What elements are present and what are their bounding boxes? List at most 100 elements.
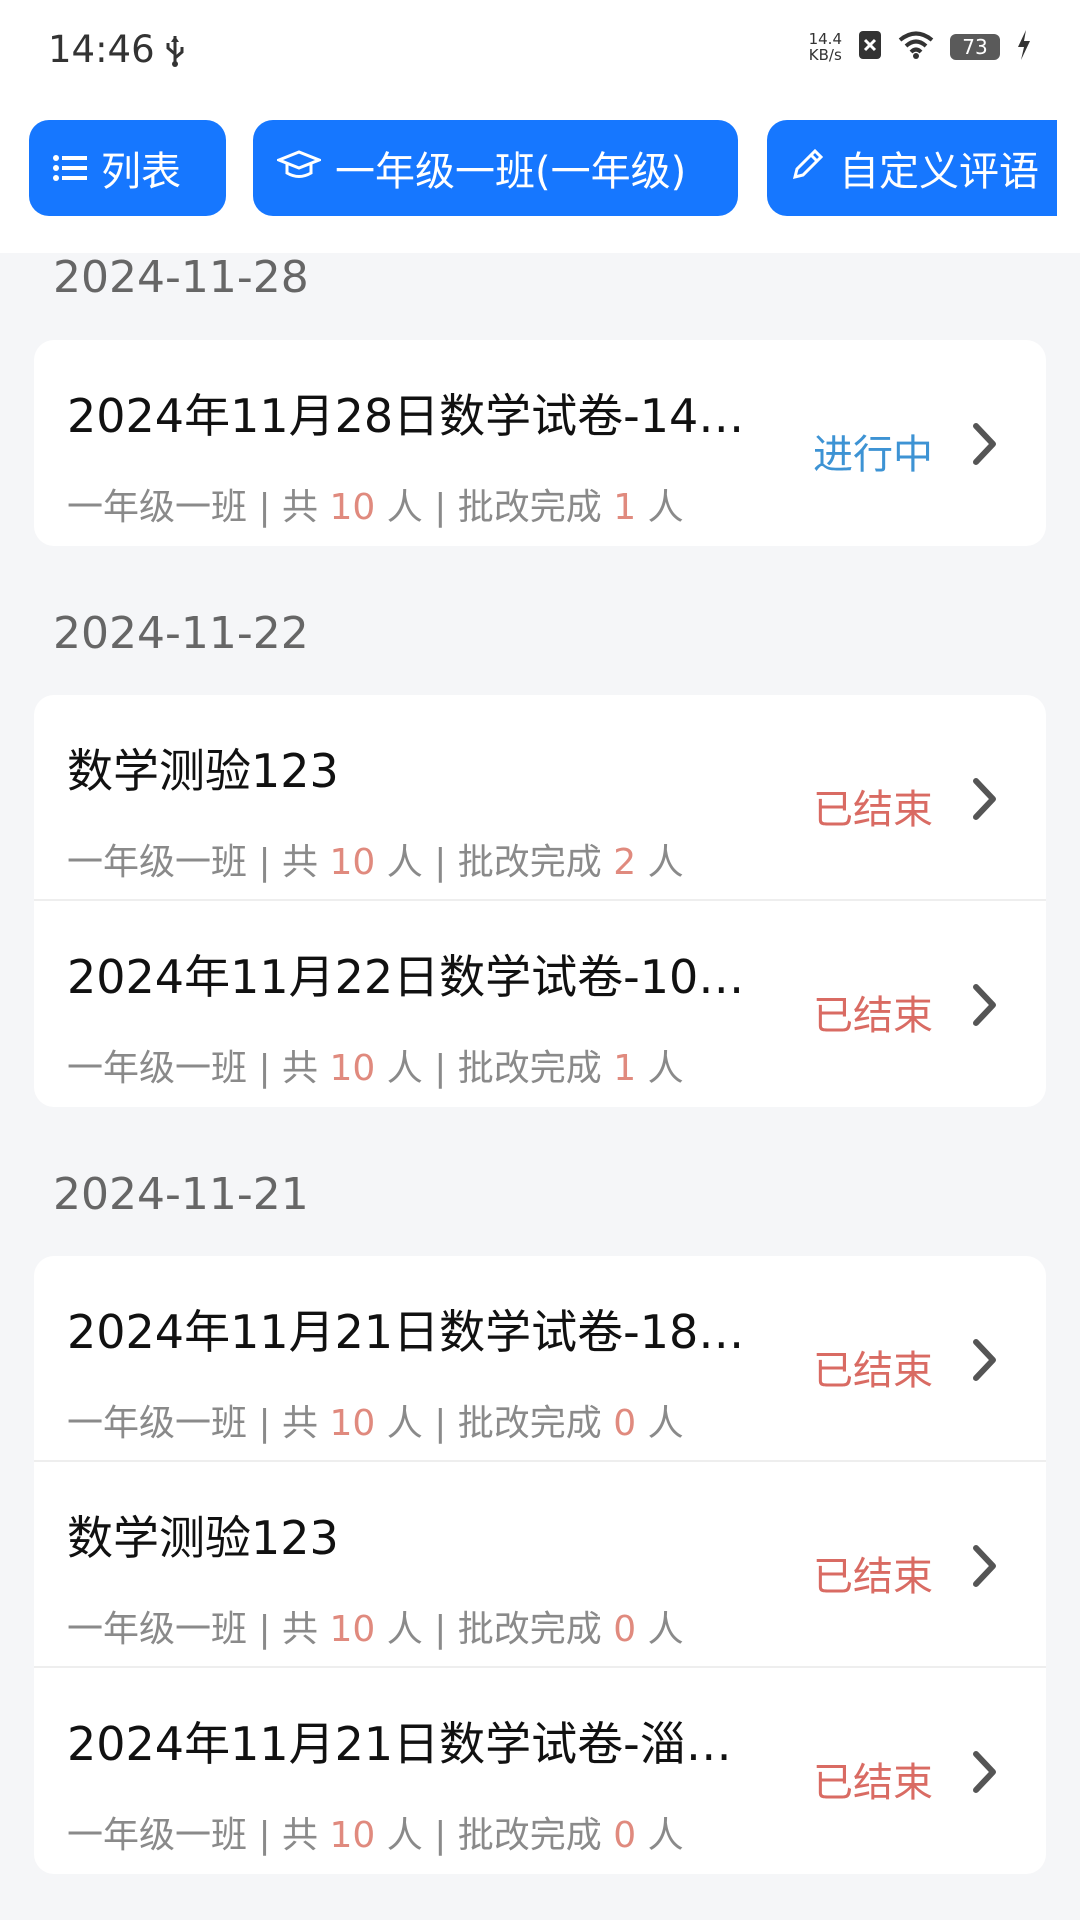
- meta-separator: |: [247, 842, 283, 883]
- usb-icon: [164, 34, 186, 72]
- exam-status: 已结束: [813, 1554, 933, 1600]
- list-button-label: 列表: [101, 149, 181, 195]
- done-count: 0: [613, 1403, 637, 1444]
- exam-title: 数学测验123: [67, 744, 339, 798]
- network-speed-unit: KB/s: [808, 46, 842, 64]
- exam-class: 一年级一班: [67, 842, 248, 883]
- total-prefix: 共: [282, 1609, 330, 1650]
- meta-separator: |: [422, 1815, 458, 1856]
- date-header: 2024-11-22: [53, 608, 309, 659]
- network-speed-value: 14.4: [808, 30, 842, 48]
- status-time: 14:46: [48, 28, 155, 71]
- exam-list-item[interactable]: 数学测验123 一年级一班 | 共 10 人 | 批改完成 0 人 已结束: [34, 1462, 1046, 1668]
- exam-title: 数学测验123: [67, 1511, 339, 1565]
- exam-meta: 一年级一班 | 共 10 人 | 批改完成 0 人: [67, 1394, 684, 1446]
- meta-separator: |: [247, 1048, 283, 1089]
- exam-list-item[interactable]: 2024年11月21日数学试卷-18… 一年级一班 | 共 10 人 | 批改完…: [34, 1256, 1046, 1462]
- exam-list-item[interactable]: 2024年11月28日数学试卷-14… 一年级一班 | 共 10 人 | 批改完…: [34, 340, 1046, 546]
- meta-separator: |: [247, 1403, 283, 1444]
- total-prefix: 共: [282, 842, 330, 883]
- done-prefix: 批改完成: [457, 1815, 614, 1856]
- exam-meta: 一年级一班 | 共 10 人 | 批改完成 0 人: [67, 1600, 684, 1652]
- toolbar: 列表 一年级一班(一年级) 自定义评语: [0, 98, 1080, 253]
- meta-separator: |: [422, 1609, 458, 1650]
- exam-class: 一年级一班: [67, 1815, 248, 1856]
- exam-group-card: 2024年11月21日数学试卷-18… 一年级一班 | 共 10 人 | 批改完…: [34, 1256, 1046, 1874]
- exam-status: 已结束: [813, 787, 933, 833]
- done-count: 1: [613, 1048, 637, 1089]
- list-icon: [53, 145, 87, 191]
- chevron-right-icon: [972, 777, 998, 825]
- charging-icon: [1016, 30, 1032, 64]
- date-header: 2024-11-28: [53, 252, 309, 303]
- exam-meta: 一年级一班 | 共 10 人 | 批改完成 1 人: [67, 478, 684, 530]
- person-suffix: 人: [636, 487, 684, 528]
- total-count: 10: [329, 1403, 376, 1444]
- total-count: 10: [329, 1048, 376, 1089]
- total-count: 10: [329, 842, 376, 883]
- person-suffix: 人: [375, 1815, 423, 1856]
- meta-separator: |: [422, 487, 458, 528]
- meta-separator: |: [422, 842, 458, 883]
- list-button[interactable]: 列表: [29, 120, 226, 216]
- done-count: 0: [613, 1815, 637, 1856]
- chevron-right-icon: [972, 1544, 998, 1592]
- done-count: 2: [613, 842, 637, 883]
- meta-separator: |: [422, 1048, 458, 1089]
- exam-class: 一年级一班: [67, 1403, 248, 1444]
- done-prefix: 批改完成: [457, 842, 614, 883]
- exam-list-item[interactable]: 2024年11月21日数学试卷-淄… 一年级一班 | 共 10 人 | 批改完成…: [34, 1668, 1046, 1874]
- exam-list-item[interactable]: 2024年11月22日数学试卷-10… 一年级一班 | 共 10 人 | 批改完…: [34, 901, 1046, 1107]
- total-count: 10: [329, 1609, 376, 1650]
- meta-separator: |: [247, 487, 283, 528]
- done-count: 0: [613, 1609, 637, 1650]
- chevron-right-icon: [972, 983, 998, 1031]
- total-count: 10: [329, 1815, 376, 1856]
- person-suffix: 人: [375, 487, 423, 528]
- exam-title: 2024年11月22日数学试卷-10…: [67, 950, 745, 1004]
- exam-list: 2024-11-28 2024年11月28日数学试卷-14… 一年级一班 | 共…: [0, 253, 1080, 1874]
- meta-separator: |: [422, 1403, 458, 1444]
- class-select-button[interactable]: 一年级一班(一年级): [253, 120, 738, 216]
- person-suffix: 人: [375, 1403, 423, 1444]
- person-suffix: 人: [636, 1815, 684, 1856]
- status-right-group: 14.4 KB/s 73: [809, 30, 1032, 64]
- meta-separator: |: [247, 1815, 283, 1856]
- class-select-label: 一年级一班(一年级): [335, 149, 687, 195]
- exam-title: 2024年11月21日数学试卷-18…: [67, 1305, 745, 1359]
- total-prefix: 共: [282, 1815, 330, 1856]
- custom-comment-label: 自定义评语: [839, 149, 1039, 195]
- graduation-cap-icon: [274, 145, 324, 191]
- exam-status: 已结束: [813, 1348, 933, 1394]
- chevron-right-icon: [972, 1750, 998, 1798]
- person-suffix: 人: [636, 1403, 684, 1444]
- person-suffix: 人: [636, 1609, 684, 1650]
- exam-class: 一年级一班: [67, 1609, 248, 1650]
- total-prefix: 共: [282, 1403, 330, 1444]
- exam-title: 2024年11月28日数学试卷-14…: [67, 389, 745, 443]
- date-header: 2024-11-21: [53, 1169, 309, 1220]
- wifi-icon: [898, 31, 934, 63]
- exam-class: 一年级一班: [67, 487, 248, 528]
- exam-status: 已结束: [813, 993, 933, 1039]
- exam-class: 一年级一班: [67, 1048, 248, 1089]
- chevron-right-icon: [972, 422, 998, 470]
- exam-meta: 一年级一班 | 共 10 人 | 批改完成 0 人: [67, 1806, 684, 1858]
- person-suffix: 人: [636, 1048, 684, 1089]
- person-suffix: 人: [375, 1048, 423, 1089]
- done-prefix: 批改完成: [457, 487, 614, 528]
- custom-comment-button[interactable]: 自定义评语: [767, 120, 1057, 216]
- person-suffix: 人: [375, 842, 423, 883]
- total-count: 10: [329, 487, 376, 528]
- meta-separator: |: [247, 1609, 283, 1650]
- total-prefix: 共: [282, 487, 330, 528]
- status-bar: 14:46 14.4 KB/s 73: [0, 0, 1080, 98]
- person-suffix: 人: [636, 842, 684, 883]
- exam-meta: 一年级一班 | 共 10 人 | 批改完成 1 人: [67, 1039, 684, 1091]
- done-prefix: 批改完成: [457, 1403, 614, 1444]
- done-count: 1: [613, 487, 637, 528]
- done-prefix: 批改完成: [457, 1609, 614, 1650]
- exam-list-item[interactable]: 数学测验123 一年级一班 | 共 10 人 | 批改完成 2 人 已结束: [34, 695, 1046, 901]
- exam-group-card: 2024年11月28日数学试卷-14… 一年级一班 | 共 10 人 | 批改完…: [34, 340, 1046, 546]
- no-sim-icon: [858, 30, 882, 64]
